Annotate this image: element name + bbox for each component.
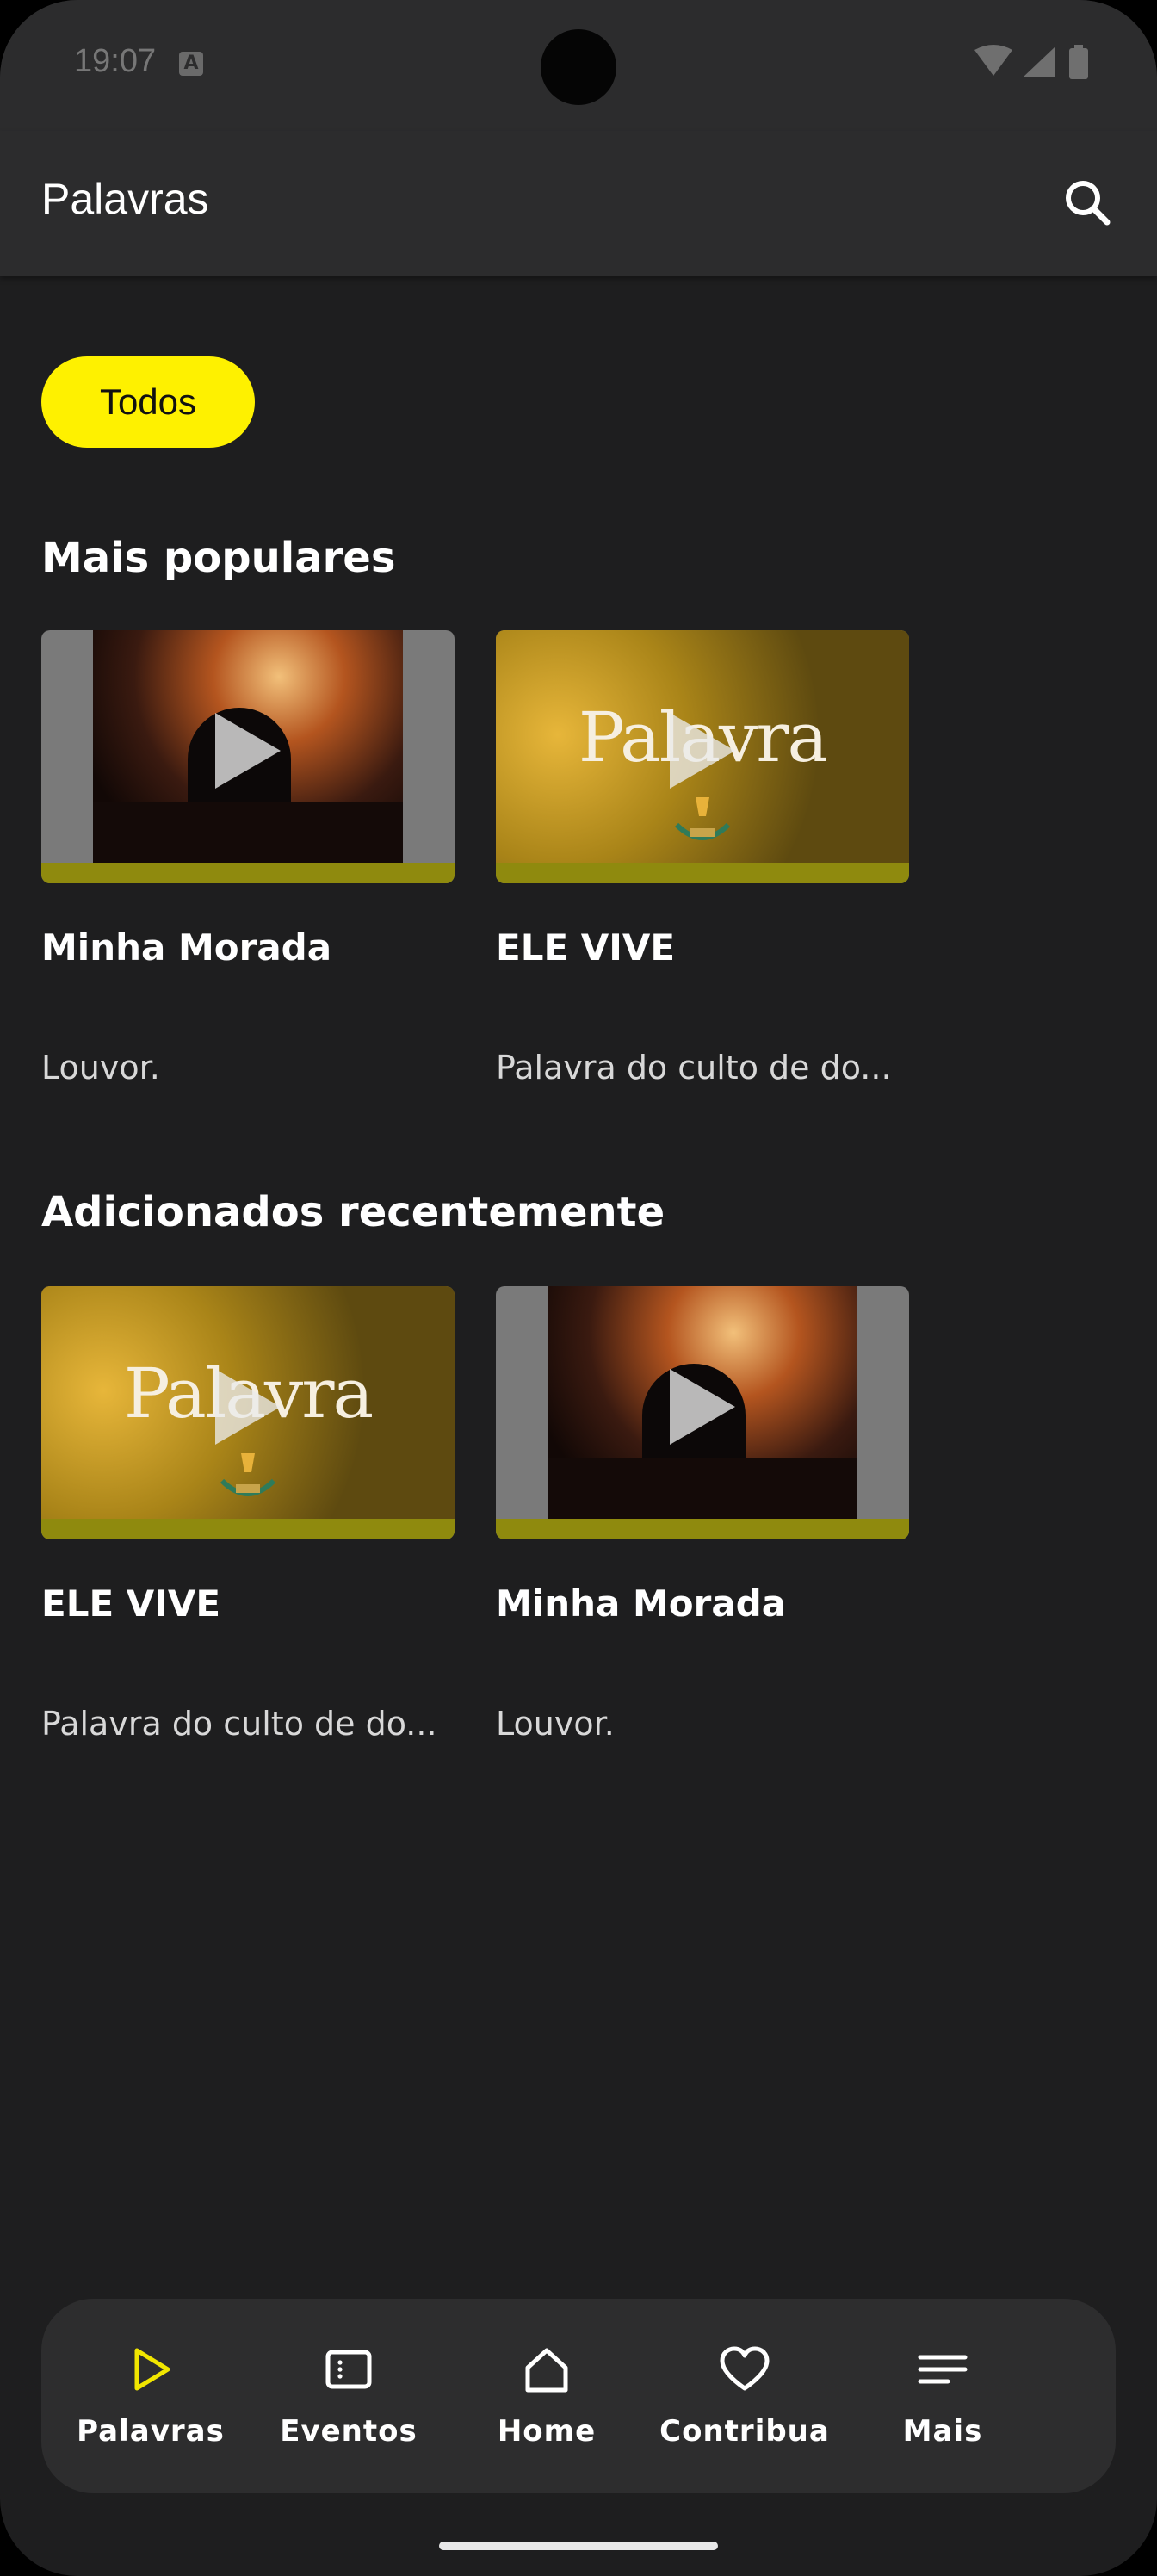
play-icon xyxy=(215,713,281,789)
progress-bar xyxy=(41,863,455,883)
nav-label: Contribua xyxy=(659,2414,830,2449)
video-card[interactable]: Minha Morada Louvor. xyxy=(496,1286,909,1743)
card-title: ELE VIVE xyxy=(41,1582,221,1625)
card-title: Minha Morada xyxy=(41,926,332,969)
church-emblem-icon xyxy=(220,1453,276,1496)
event-card-icon xyxy=(325,2350,372,2389)
card-subtitle: Palavra do culto de do... xyxy=(41,1705,437,1743)
home-indicator[interactable] xyxy=(439,2542,718,2550)
video-thumbnail[interactable] xyxy=(41,630,455,883)
nav-item-palavras[interactable]: Palavras xyxy=(52,2299,250,2493)
nav-item-eventos[interactable]: Eventos xyxy=(250,2299,448,2493)
video-thumbnail[interactable] xyxy=(496,1286,909,1539)
wifi-icon xyxy=(974,45,1012,76)
nav-item-mais[interactable]: Mais xyxy=(844,2299,1042,2493)
search-icon xyxy=(1066,181,1111,226)
video-card[interactable]: Palavra ELE VIVE Palavra do culto de do.… xyxy=(496,630,909,1087)
progress-bar xyxy=(496,1519,909,1539)
video-card[interactable]: Palavra ELE VIVE Palavra do culto de do.… xyxy=(41,1286,455,1743)
church-emblem-icon xyxy=(674,797,731,840)
status-icons xyxy=(974,45,1088,79)
nav-label: Mais xyxy=(902,2414,983,2449)
progress-bar xyxy=(41,1519,455,1539)
nav-label: Palavras xyxy=(77,2414,225,2449)
card-title: Minha Morada xyxy=(496,1582,787,1625)
nav-label: Eventos xyxy=(280,2414,418,2449)
menu-icon xyxy=(918,2355,968,2384)
app-bar: Palavras xyxy=(0,131,1157,276)
status-time: 19:07 xyxy=(74,43,157,79)
play-icon xyxy=(670,1369,735,1445)
bottom-navigation: Palavras Eventos Home Contribua Mais xyxy=(41,2299,1116,2493)
progress-bar xyxy=(496,863,909,883)
camera-cutout xyxy=(541,29,616,105)
nav-label: Home xyxy=(497,2414,597,2449)
card-subtitle: Louvor. xyxy=(496,1705,615,1743)
video-thumbnail[interactable]: Palavra xyxy=(496,630,909,883)
nav-item-home[interactable]: Home xyxy=(448,2299,646,2493)
phone-screen: 19:07 A Palavras Todos Mais populares Mi… xyxy=(0,0,1157,2576)
video-card[interactable]: Minha Morada Louvor. xyxy=(41,630,455,1087)
battery-icon xyxy=(1069,45,1088,79)
section-title-popular: Mais populares xyxy=(41,534,396,582)
card-title: ELE VIVE xyxy=(496,926,676,969)
search-button[interactable] xyxy=(1054,169,1123,238)
play-icon xyxy=(670,713,735,789)
play-icon xyxy=(134,2348,170,2391)
page-title: Palavras xyxy=(41,175,209,223)
card-subtitle: Louvor. xyxy=(41,1049,160,1087)
heart-icon xyxy=(720,2346,770,2391)
video-thumbnail[interactable]: Palavra xyxy=(41,1286,455,1539)
signal-icon xyxy=(1023,46,1055,77)
status-bar: 19:07 A xyxy=(0,0,1157,131)
notification-a-icon: A xyxy=(179,52,203,76)
home-icon xyxy=(525,2348,568,2393)
nav-item-contribua[interactable]: Contribua xyxy=(646,2299,844,2493)
card-subtitle: Palavra do culto de do... xyxy=(496,1049,892,1087)
play-icon xyxy=(215,1369,281,1445)
filter-chip-todos[interactable]: Todos xyxy=(41,356,255,448)
section-title-recent: Adicionados recentemente xyxy=(41,1188,665,1236)
